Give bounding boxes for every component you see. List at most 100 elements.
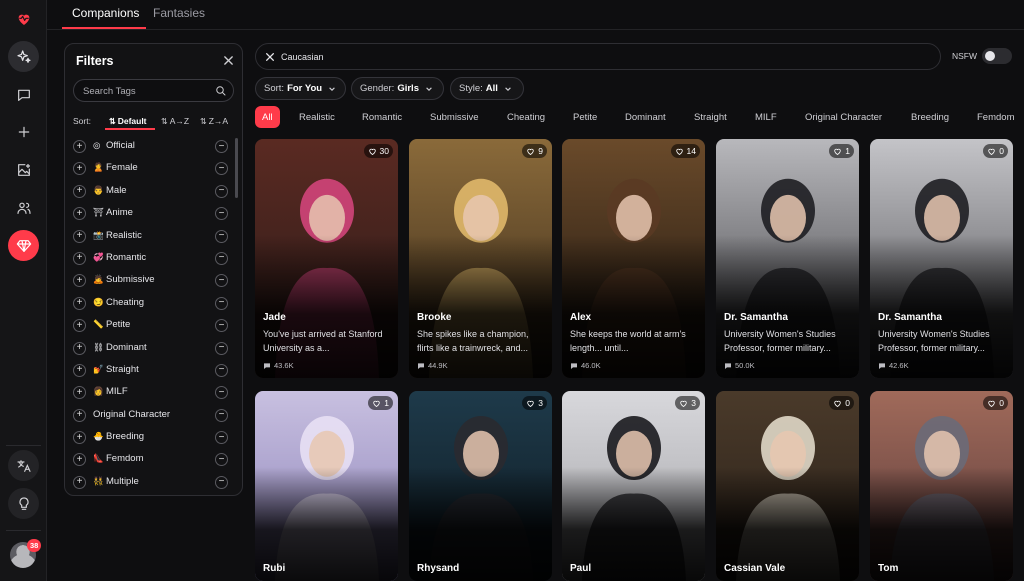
top-tabs: Companions Fantasies bbox=[47, 0, 1024, 30]
style-dropdown[interactable]: Style: All bbox=[450, 77, 524, 100]
include-tag-button[interactable]: + bbox=[73, 162, 86, 176]
like-button[interactable]: 1 bbox=[829, 144, 854, 158]
like-button[interactable]: 30 bbox=[363, 144, 393, 158]
chip-all[interactable]: All bbox=[255, 106, 280, 128]
chip-dominant[interactable]: Dominant bbox=[625, 106, 666, 128]
chip-milf[interactable]: MILF bbox=[755, 106, 777, 128]
card-description: University Women's Studies Professor, fo… bbox=[878, 329, 990, 353]
sort-dropdown[interactable]: Sort: For You bbox=[255, 77, 346, 100]
image-plus-icon[interactable] bbox=[8, 154, 39, 185]
lightbulb-icon[interactable] bbox=[8, 488, 39, 519]
chat-count: 50.0K bbox=[724, 361, 755, 370]
chip-femdom[interactable]: Femdom bbox=[977, 106, 1014, 128]
include-tag-button[interactable]: + bbox=[73, 251, 86, 265]
companion-card[interactable]: 0 Cassian Vale bbox=[716, 391, 859, 581]
like-button[interactable]: 0 bbox=[829, 396, 854, 410]
clear-search-icon[interactable] bbox=[265, 52, 275, 62]
exclude-tag-button[interactable]: − bbox=[215, 162, 228, 176]
include-tag-button[interactable]: + bbox=[73, 408, 86, 422]
include-tag-button[interactable]: + bbox=[73, 453, 86, 467]
exclude-tag-button[interactable]: − bbox=[215, 296, 228, 310]
companion-card[interactable]: 30 Jade You've just arrived at Stanford Un… bbox=[255, 139, 398, 378]
tag-row: + 📸 Realistic − bbox=[65, 226, 235, 248]
companion-card[interactable]: 3 Rhysand bbox=[409, 391, 552, 581]
include-tag-button[interactable]: + bbox=[73, 341, 86, 355]
search-icon[interactable] bbox=[215, 85, 227, 97]
exclude-tag-button[interactable]: − bbox=[215, 386, 228, 400]
translate-icon[interactable] bbox=[8, 450, 39, 481]
plus-icon[interactable] bbox=[8, 116, 39, 147]
like-button[interactable]: 3 bbox=[522, 396, 547, 410]
exclude-tag-button[interactable]: − bbox=[215, 207, 228, 221]
chip-realistic[interactable]: Realistic bbox=[299, 106, 335, 128]
tag-emoji-icon: ◎ bbox=[93, 140, 101, 150]
like-button[interactable]: 0 bbox=[983, 144, 1008, 158]
active-sort-underline bbox=[105, 128, 155, 130]
heart-icon bbox=[527, 148, 534, 155]
exclude-tag-button[interactable]: − bbox=[215, 140, 228, 153]
companion-card[interactable]: 14 Alex She keeps the world at arm's lengt… bbox=[562, 139, 705, 378]
exclude-tag-button[interactable]: − bbox=[215, 475, 228, 489]
include-tag-button[interactable]: + bbox=[73, 207, 86, 221]
chip-romantic[interactable]: Romantic bbox=[362, 106, 402, 128]
sort-az-button[interactable]: ⇅ A→Z bbox=[161, 116, 189, 126]
tag-row: + 👩 MILF − bbox=[65, 382, 235, 404]
chip-submissive[interactable]: Submissive bbox=[430, 106, 479, 128]
exclude-tag-button[interactable]: − bbox=[215, 408, 228, 422]
exclude-tag-button[interactable]: − bbox=[215, 251, 228, 265]
like-button[interactable]: 0 bbox=[983, 396, 1008, 410]
companion-card[interactable]: 0 Dr. Samantha University Women's Studies … bbox=[870, 139, 1013, 378]
companion-card[interactable]: 1 Rubi bbox=[255, 391, 398, 581]
tab-fantasies[interactable]: Fantasies bbox=[153, 6, 205, 20]
include-tag-button[interactable]: + bbox=[73, 296, 86, 310]
companion-card[interactable]: 0 Tom bbox=[870, 391, 1013, 581]
companion-card[interactable]: 9 Brooke She spikes like a champion, flirt… bbox=[409, 139, 552, 378]
include-tag-button[interactable]: + bbox=[73, 319, 86, 333]
gender-dropdown[interactable]: Gender: Girls bbox=[351, 77, 444, 100]
chip-cheating[interactable]: Cheating bbox=[507, 106, 545, 128]
include-tag-button[interactable]: + bbox=[73, 184, 86, 198]
exclude-tag-button[interactable]: − bbox=[215, 431, 228, 445]
include-tag-button[interactable]: + bbox=[73, 475, 86, 489]
like-button[interactable]: 14 bbox=[670, 144, 700, 158]
exclude-tag-button[interactable]: − bbox=[215, 341, 228, 355]
heartbeat-logo-icon[interactable] bbox=[8, 3, 39, 34]
like-button[interactable]: 3 bbox=[675, 396, 700, 410]
card-name: Cassian Vale bbox=[724, 563, 786, 574]
exclude-tag-button[interactable]: − bbox=[215, 274, 228, 288]
sort-za-button[interactable]: ⇅ Z→A bbox=[200, 116, 228, 126]
like-button[interactable]: 9 bbox=[522, 144, 547, 158]
sparkles-icon[interactable] bbox=[8, 41, 39, 72]
chat-count: 42.6K bbox=[878, 361, 909, 370]
tab-companions[interactable]: Companions bbox=[72, 6, 139, 20]
search-bar[interactable]: Caucasian bbox=[255, 43, 941, 70]
exclude-tag-button[interactable]: − bbox=[215, 319, 228, 333]
include-tag-button[interactable]: + bbox=[73, 363, 86, 377]
close-icon[interactable] bbox=[223, 55, 234, 66]
companion-card[interactable]: 3 Paul bbox=[562, 391, 705, 581]
tag-search-input[interactable] bbox=[83, 84, 208, 98]
nsfw-toggle[interactable] bbox=[982, 48, 1012, 64]
exclude-tag-button[interactable]: − bbox=[215, 363, 228, 377]
include-tag-button[interactable]: + bbox=[73, 229, 86, 243]
gem-icon[interactable] bbox=[8, 230, 39, 261]
companion-card[interactable]: 1 Dr. Samantha University Women's Studies … bbox=[716, 139, 859, 378]
chip-straight[interactable]: Straight bbox=[694, 106, 727, 128]
chat-bubble-icon[interactable] bbox=[8, 79, 39, 110]
users-icon[interactable] bbox=[8, 192, 39, 223]
include-tag-button[interactable]: + bbox=[73, 274, 86, 288]
include-tag-button[interactable]: + bbox=[73, 140, 86, 153]
exclude-tag-button[interactable]: − bbox=[215, 184, 228, 198]
chip-breeding[interactable]: Breeding bbox=[911, 106, 949, 128]
include-tag-button[interactable]: + bbox=[73, 431, 86, 445]
card-name: Brooke bbox=[417, 312, 452, 323]
chip-original-character[interactable]: Original Character bbox=[805, 106, 882, 128]
chip-petite[interactable]: Petite bbox=[573, 106, 597, 128]
tag-row: + 🐣 Breeding − bbox=[65, 427, 235, 449]
like-button[interactable]: 1 bbox=[368, 396, 393, 410]
exclude-tag-button[interactable]: − bbox=[215, 229, 228, 243]
include-tag-button[interactable]: + bbox=[73, 386, 86, 400]
sort-default-button[interactable]: ⇅ Default bbox=[109, 116, 147, 126]
exclude-tag-button[interactable]: − bbox=[215, 453, 228, 467]
scrollbar[interactable] bbox=[235, 138, 238, 198]
